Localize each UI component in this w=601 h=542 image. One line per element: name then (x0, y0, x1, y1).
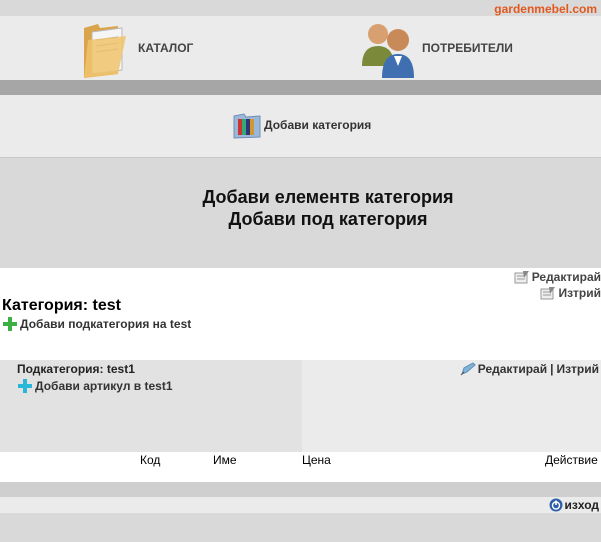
page-heading: Добави елементв категория Добави под кат… (0, 186, 601, 230)
column-header-name: Име (213, 453, 237, 467)
nav-users-label: ПОТРЕБИТЕЛИ (422, 41, 513, 55)
add-category-button[interactable]: Добави категория (232, 110, 371, 140)
category-edit-link[interactable]: Редактирай (514, 270, 601, 284)
power-icon (549, 498, 563, 512)
subcategory-actions: Редактирай | Изтрий (460, 362, 599, 376)
divider-bar (0, 80, 601, 95)
heading-add-element[interactable]: Добави елементв категория (0, 186, 601, 208)
users-icon (356, 16, 420, 80)
add-article-button[interactable]: Добави артикул в test1 (17, 378, 173, 394)
main-nav: КАТАЛОГ ПОТРЕБИТЕЛИ (0, 16, 601, 80)
category-delete-link[interactable]: Изтрий (540, 286, 601, 300)
plus-green-icon (2, 316, 18, 332)
toolbar-row: Добави категория (0, 95, 601, 158)
heading-add-subcategory[interactable]: Добави под категория (0, 208, 601, 230)
nav-catalog-label: КАТАЛОГ (138, 41, 194, 55)
logout-button[interactable]: изход (549, 498, 599, 512)
table-body (0, 468, 601, 482)
category-title: Категория: test (2, 297, 121, 314)
column-header-code: Код (140, 453, 161, 467)
subcategory-title: Подкатегория: test1 (17, 362, 135, 376)
add-subcategory-button[interactable]: Добави подкатегория на test (2, 316, 191, 332)
articles-table-header: Код Име Цена Действие (0, 452, 601, 468)
nav-users[interactable]: ПОТРЕБИТЕЛИ (356, 16, 513, 80)
column-header-action: Действие (545, 453, 598, 467)
site-brand[interactable]: gardenmebel.com (494, 2, 597, 16)
edit-icon (514, 270, 530, 284)
books-icon (232, 110, 262, 140)
edit-pen-icon (460, 362, 476, 376)
subcategory-edit-link[interactable]: Редактирай (478, 362, 547, 376)
add-category-label: Добави категория (264, 118, 372, 132)
subcategory-action-separator: | (550, 362, 554, 376)
footer-divider (0, 482, 601, 497)
subcategory-delete-link[interactable]: Изтрий (556, 362, 599, 376)
footer-row (0, 497, 601, 513)
delete-icon (540, 286, 556, 300)
folder-icon (78, 16, 134, 80)
nav-catalog[interactable]: КАТАЛОГ (78, 16, 193, 80)
plus-cyan-icon (17, 378, 33, 394)
column-header-price: Цена (302, 453, 331, 467)
